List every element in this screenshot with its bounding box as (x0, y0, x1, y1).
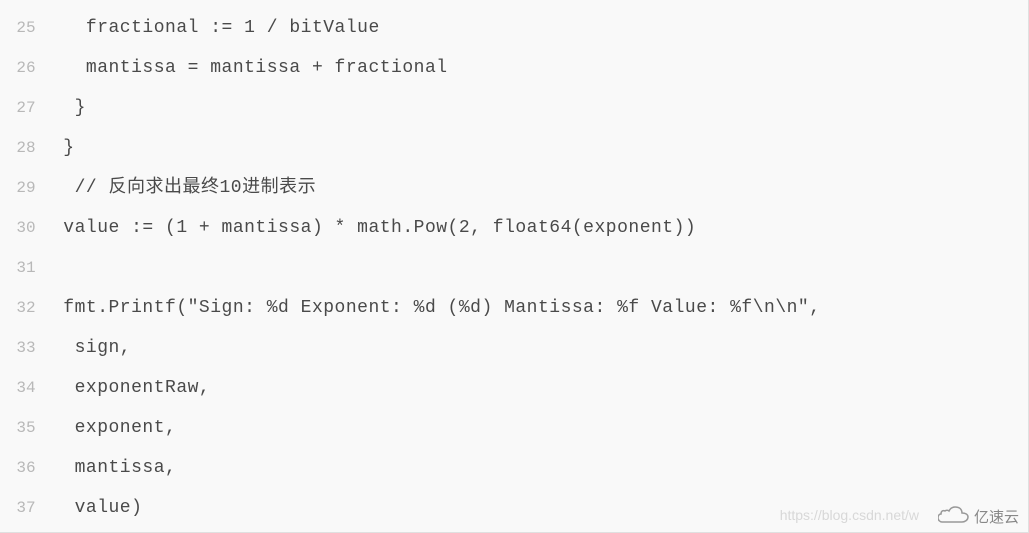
line-number-gutter: 25 26 27 28 29 30 31 32 33 34 35 36 37 (0, 6, 52, 533)
code-block: 25 26 27 28 29 30 31 32 33 34 35 36 37 f… (0, 0, 1029, 533)
line-number: 34 (0, 368, 52, 408)
code-line: fmt.Printf("Sign: %d Exponent: %d (%d) M… (52, 288, 1029, 328)
code-line: } (52, 128, 1029, 168)
watermark-logo: 亿速云 (938, 505, 1019, 527)
line-number: 28 (0, 128, 52, 168)
line-number: 27 (0, 88, 52, 128)
line-number: 32 (0, 288, 52, 328)
line-number: 37 (0, 488, 52, 528)
line-number: 30 (0, 208, 52, 248)
line-number: 35 (0, 408, 52, 448)
watermark-url: https://blog.csdn.net/w (780, 507, 919, 523)
code-content: fractional := 1 / bitValue mantissa = ma… (52, 6, 1029, 533)
line-number: 31 (0, 248, 52, 288)
line-number: 33 (0, 328, 52, 368)
code-line: // 反向求出最终10进制表示 (52, 168, 1029, 208)
code-line: mantissa = mantissa + fractional (52, 48, 1029, 88)
code-line: mantissa, (52, 448, 1029, 488)
code-line (52, 248, 1029, 288)
code-line: value := (1 + mantissa) * math.Pow(2, fl… (52, 208, 1029, 248)
cloud-icon (938, 505, 970, 527)
code-line: fractional := 1 / bitValue (52, 8, 1029, 48)
line-number: 36 (0, 448, 52, 488)
code-line: exponentRaw, (52, 368, 1029, 408)
line-number: 26 (0, 48, 52, 88)
line-number: 25 (0, 8, 52, 48)
code-line: } (52, 88, 1029, 128)
code-line: exponent, (52, 408, 1029, 448)
line-number: 29 (0, 168, 52, 208)
watermark-logo-text: 亿速云 (974, 506, 1019, 527)
code-line: sign, (52, 328, 1029, 368)
